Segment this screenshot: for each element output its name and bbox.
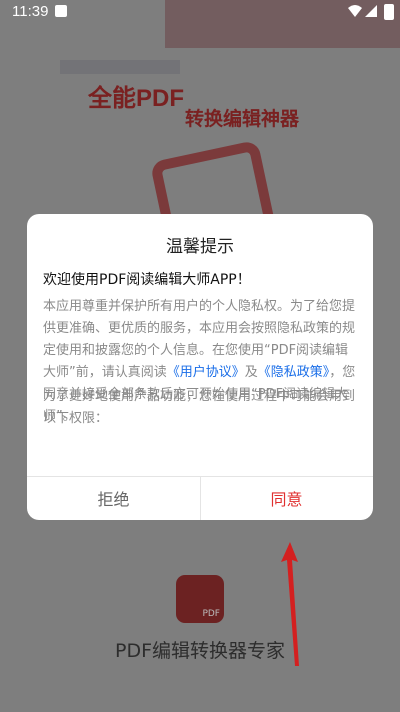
agree-button[interactable]: 同意	[200, 476, 373, 520]
reject-button[interactable]: 拒绝	[27, 476, 200, 520]
decorative-stripe	[60, 60, 180, 74]
privacy-dialog: 温馨提示 欢迎使用PDF阅读编辑大师APP！ 本应用尊重并保护所有用户的个人隐私…	[27, 214, 373, 520]
app-logo: PDF	[176, 575, 224, 623]
user-agreement-link[interactable]: 《用户协议》	[167, 365, 245, 380]
battery-icon	[384, 4, 394, 20]
splash-subtitle: 转换编辑神器	[185, 109, 300, 130]
app-name: PDF编辑转换器专家	[114, 640, 286, 662]
privacy-policy-link[interactable]: 《隐私政策》	[258, 365, 330, 380]
splash-title: 全能PDF	[88, 85, 184, 112]
status-time: 11:39	[12, 3, 49, 20]
dialog-title: 温馨提示	[166, 237, 234, 257]
notification-icon	[55, 5, 67, 17]
app-logo-label: PDF	[202, 609, 220, 619]
wifi-icon	[348, 5, 362, 17]
signal-icon	[365, 5, 377, 17]
annotation-arrow-icon	[281, 542, 299, 666]
status-bar: 11:39	[0, 0, 400, 24]
welcome-text: 欢迎使用PDF阅读编辑大师APP！	[43, 272, 251, 288]
permissions-text: 为了更好地使用产品功能，您在使用过程中可能会用到以下权限：	[43, 389, 356, 426]
and-text: 及	[244, 365, 258, 380]
